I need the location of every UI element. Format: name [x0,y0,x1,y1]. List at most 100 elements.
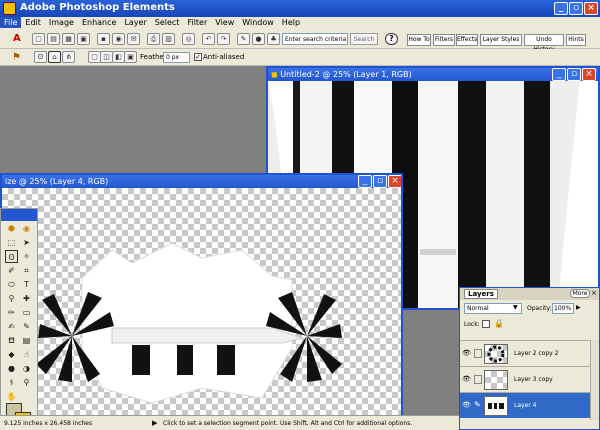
link-box[interactable] [474,349,482,358]
eye-icon[interactable]: 👁 [462,375,472,384]
tool-preset-icon[interactable]: ⚑ [12,52,21,63]
lock-transparency-checkbox[interactable] [482,320,490,328]
help-book-icon[interactable]: ♣ [267,33,280,45]
import-icon[interactable]: ▣ [77,33,90,45]
sponge-icon[interactable]: ● [5,362,18,375]
eye-icon[interactable]: 👁 [462,349,472,358]
doc-minimize-icon[interactable]: _ [552,68,566,81]
tab-filters[interactable]: Filters [433,34,455,46]
zoom-icon[interactable]: ⚲ [20,376,33,389]
shape-icon[interactable]: ⬭ [5,278,18,291]
chevron-down-icon[interactable]: ▼ [513,304,518,311]
search-button[interactable]: Search [350,33,378,45]
step-backward-icon[interactable]: ↶ [202,33,215,45]
menu-enhance[interactable]: Enhance [78,17,121,28]
lasso-icon[interactable]: ʘ [34,51,47,63]
doc-restore-icon[interactable]: ▫ [567,68,581,81]
more-button[interactable]: More [570,289,590,298]
magic-wand-icon[interactable]: ✧ [20,250,33,263]
impressionist-brush-icon[interactable]: ✎ [20,320,33,333]
brush-select-icon[interactable]: ✐ [5,264,18,277]
layers-tab[interactable]: Layers [464,289,498,299]
brush-icon[interactable]: ✍ [5,320,18,333]
tab-layer-styles[interactable]: Layer Styles [480,34,522,46]
toolbox-title [1,209,37,221]
app-title: Adobe Photoshop Elements [20,2,175,13]
smudge-icon[interactable]: ☝ [20,348,33,361]
clone-stamp-icon[interactable]: ⚲ [5,292,18,305]
move-icon[interactable]: ➤ [20,236,33,249]
paint-bucket-icon[interactable]: ⛾ [5,334,18,347]
menu-select[interactable]: Select [151,17,184,28]
online-icon[interactable]: ◉ [20,222,33,235]
opacity-arrow-icon[interactable]: ▶ [576,304,581,311]
menu-filter[interactable]: Filter [183,17,211,28]
pencil-icon[interactable]: ✏ [5,306,18,319]
doc-restore-icon[interactable]: ▫ [373,175,387,188]
feather-input[interactable]: 0 px [163,52,190,63]
tab-how-to[interactable]: How To [407,34,431,46]
layer-thumbnail [484,396,508,416]
photoshop-logo-icon: ⬢ [8,224,15,233]
online-services-icon[interactable]: ◎ [182,33,195,45]
hand-icon[interactable]: ✋ [5,390,18,403]
menu-layer[interactable]: Layer [120,17,150,28]
healing-icon[interactable]: ✚ [20,292,33,305]
document-title: ize @ 25% (Layer 4, RGB) [5,177,109,186]
menu-file[interactable]: File [0,17,22,28]
close-palette-icon[interactable]: × [591,289,597,297]
browse-icon[interactable]: ▦ [62,33,75,45]
doc-close-icon[interactable]: × [388,175,401,188]
type-icon[interactable]: T [20,278,33,291]
blur-icon[interactable]: ◆ [5,348,18,361]
polygonal-lasso-icon[interactable]: ⌂ [48,51,61,63]
eyedropper-icon[interactable]: ⚕ [5,376,18,389]
layer-row-selected[interactable]: 👁 ✎ Layer 4 [460,392,599,418]
transparent-canvas[interactable] [2,188,401,416]
close-icon[interactable]: × [584,2,598,15]
lasso-tool-icon[interactable]: ʘ [5,250,18,263]
marquee-icon[interactable]: ⬚ [5,236,18,249]
restore-icon[interactable]: ▫ [569,2,583,15]
eye-icon[interactable]: 👁 [462,401,472,410]
open-icon[interactable]: ▤ [47,33,60,45]
quick-fix-icon[interactable]: ✎ [237,33,250,45]
email-icon[interactable]: ✉ [127,33,140,45]
opacity-input[interactable]: 100% [552,303,574,314]
layers-header: Layers More × [460,288,599,300]
print-preview-icon[interactable]: ▥ [162,33,175,45]
minimize-icon[interactable]: _ [554,2,568,15]
document-window-layer-4[interactable]: ize @ 25% (Layer 4, RGB) _ ▫ × [0,173,403,418]
tab-undo-history[interactable]: Undo History [524,34,564,53]
layer-row[interactable]: 👁 Layer 3 copy [460,366,599,392]
color-variations-icon[interactable]: ● [252,33,265,45]
crop-icon[interactable]: ⌗ [20,264,33,277]
menu-image[interactable]: Image [45,17,78,28]
search-input[interactable]: Enter search criteria [282,33,348,45]
print-icon[interactable]: ⎙ [147,33,160,45]
step-forward-icon[interactable]: ↷ [217,33,230,45]
menu-window[interactable]: Window [238,17,278,28]
doc-icon: ◼ [271,70,278,79]
intersect-selection-icon[interactable]: ▣ [124,51,137,63]
save-web-icon[interactable]: ◉ [112,33,125,45]
doc-minimize-icon[interactable]: _ [358,175,372,188]
layer-row[interactable]: 👁 Layer 2 copy 2 [460,340,599,366]
magnetic-lasso-icon[interactable]: ⋔ [62,51,75,63]
link-box[interactable] [474,375,482,384]
eraser-icon[interactable]: ▭ [20,306,33,319]
menu-edit[interactable]: Edit [21,17,45,28]
dodge-icon[interactable]: ◑ [20,362,33,375]
save-icon[interactable]: ▪ [97,33,110,45]
tab-effects[interactable]: Effects [456,34,478,46]
menu-view[interactable]: View [211,17,238,28]
layers-scrollbar[interactable] [590,340,599,420]
gradient-icon[interactable]: ▤ [20,334,33,347]
menu-help[interactable]: Help [278,17,304,28]
doc-close-icon[interactable]: × [582,68,596,81]
help-icon[interactable]: ? [385,33,398,45]
antialias-checkbox[interactable]: ✓ [194,53,202,61]
status-arrow-icon[interactable]: ▶ [152,419,157,427]
new-icon[interactable]: ▢ [32,33,45,45]
tab-hints[interactable]: Hints [566,34,586,46]
